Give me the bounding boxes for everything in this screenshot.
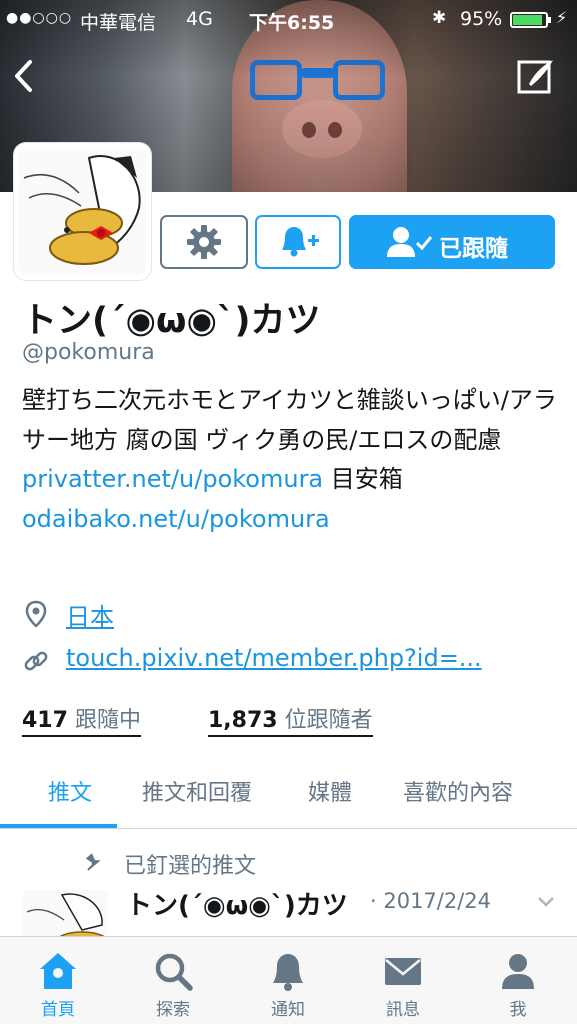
battery-icon	[510, 12, 551, 28]
bio-text: 壁打ち二次元ホモとアイカツと雑談いっぱい/アラサー地方 腐の国 ヴィク勇の民/エ…	[22, 386, 557, 454]
bottom-tab-bar: 首頁 探索 通知 訊息 我	[0, 936, 577, 1024]
tab-media[interactable]: 媒體	[308, 775, 352, 807]
status-bar: ●●○○○ 中華電信 4G 下午6:55 ✱ 95% ⚡	[0, 0, 577, 38]
tweet-author[interactable]: トン(´◉ω◉`)カツ	[126, 885, 348, 922]
bio-link-privatter[interactable]: privatter.net/u/pokomura	[22, 465, 323, 493]
profile-bio: 壁打ち二次元ホモとアイカツと雑談いっぱい/アラサー地方 腐の国 ヴィク勇の民/エ…	[22, 381, 557, 539]
location-pin-icon	[25, 600, 47, 628]
search-icon	[155, 953, 193, 991]
location-link[interactable]: 日本	[66, 597, 114, 632]
profile-tabs: 推文 推文和回覆 媒體 喜歡的內容	[0, 755, 577, 829]
person-icon	[502, 954, 534, 989]
followers-count[interactable]: 1,873 位跟隨者	[208, 702, 373, 737]
following-button-label: 已跟隨	[439, 236, 508, 262]
tabbar-explore[interactable]: 探索	[133, 937, 213, 1024]
bio-link-odaibako[interactable]: odaibako.net/u/pokomura	[22, 505, 330, 533]
tabbar-messages[interactable]: 訊息	[363, 937, 443, 1024]
bluetooth-icon: ✱	[432, 8, 447, 28]
back-button[interactable]	[8, 52, 42, 100]
tab-tweets[interactable]: 推文	[48, 775, 92, 807]
tab-likes[interactable]: 喜歡的內容	[403, 775, 513, 807]
tabbar-home[interactable]: 首頁	[18, 937, 98, 1024]
mail-icon	[385, 958, 421, 985]
tabbar-me[interactable]: 我	[478, 937, 558, 1024]
bell-plus-icon	[282, 227, 319, 257]
website-link[interactable]: touch.pixiv.net/member.php?id=...	[66, 644, 482, 672]
person-check-icon	[387, 227, 433, 257]
pinned-label: 已釘選的推文	[124, 854, 257, 879]
bio-text-2: 目安箱	[323, 465, 403, 493]
tabbar-notifications[interactable]: 通知	[248, 937, 328, 1024]
network-type: 4G	[186, 8, 213, 30]
profile-name: トン(´◉ω◉`)カツ	[22, 301, 321, 341]
carrier-name: 中華電信	[80, 12, 157, 34]
tweet-date: · 2017/2/24	[370, 889, 492, 913]
bell-icon	[273, 954, 303, 991]
compose-button[interactable]	[515, 56, 557, 98]
following-count[interactable]: 417 跟隨中	[22, 702, 141, 737]
compose-icon	[517, 60, 553, 94]
active-tab-indicator	[0, 824, 117, 828]
charging-icon: ⚡	[556, 8, 568, 27]
signal-strength: ●●○○○	[6, 10, 73, 26]
gear-icon	[187, 225, 221, 259]
battery-percent: 95%	[460, 8, 503, 30]
profile-avatar[interactable]	[14, 143, 151, 280]
settings-button[interactable]	[160, 215, 248, 269]
link-icon	[24, 651, 48, 671]
pin-icon	[85, 853, 101, 871]
profile-handle: @pokomura	[22, 340, 155, 365]
chevron-down-icon[interactable]	[535, 890, 557, 912]
status-time: 下午6:55	[249, 12, 335, 34]
tab-tweets-and-replies[interactable]: 推文和回覆	[142, 775, 252, 807]
following-button[interactable]: 已跟隨	[349, 215, 555, 269]
home-icon	[40, 953, 76, 989]
notification-button[interactable]	[255, 215, 341, 269]
back-chevron-icon	[15, 60, 32, 92]
